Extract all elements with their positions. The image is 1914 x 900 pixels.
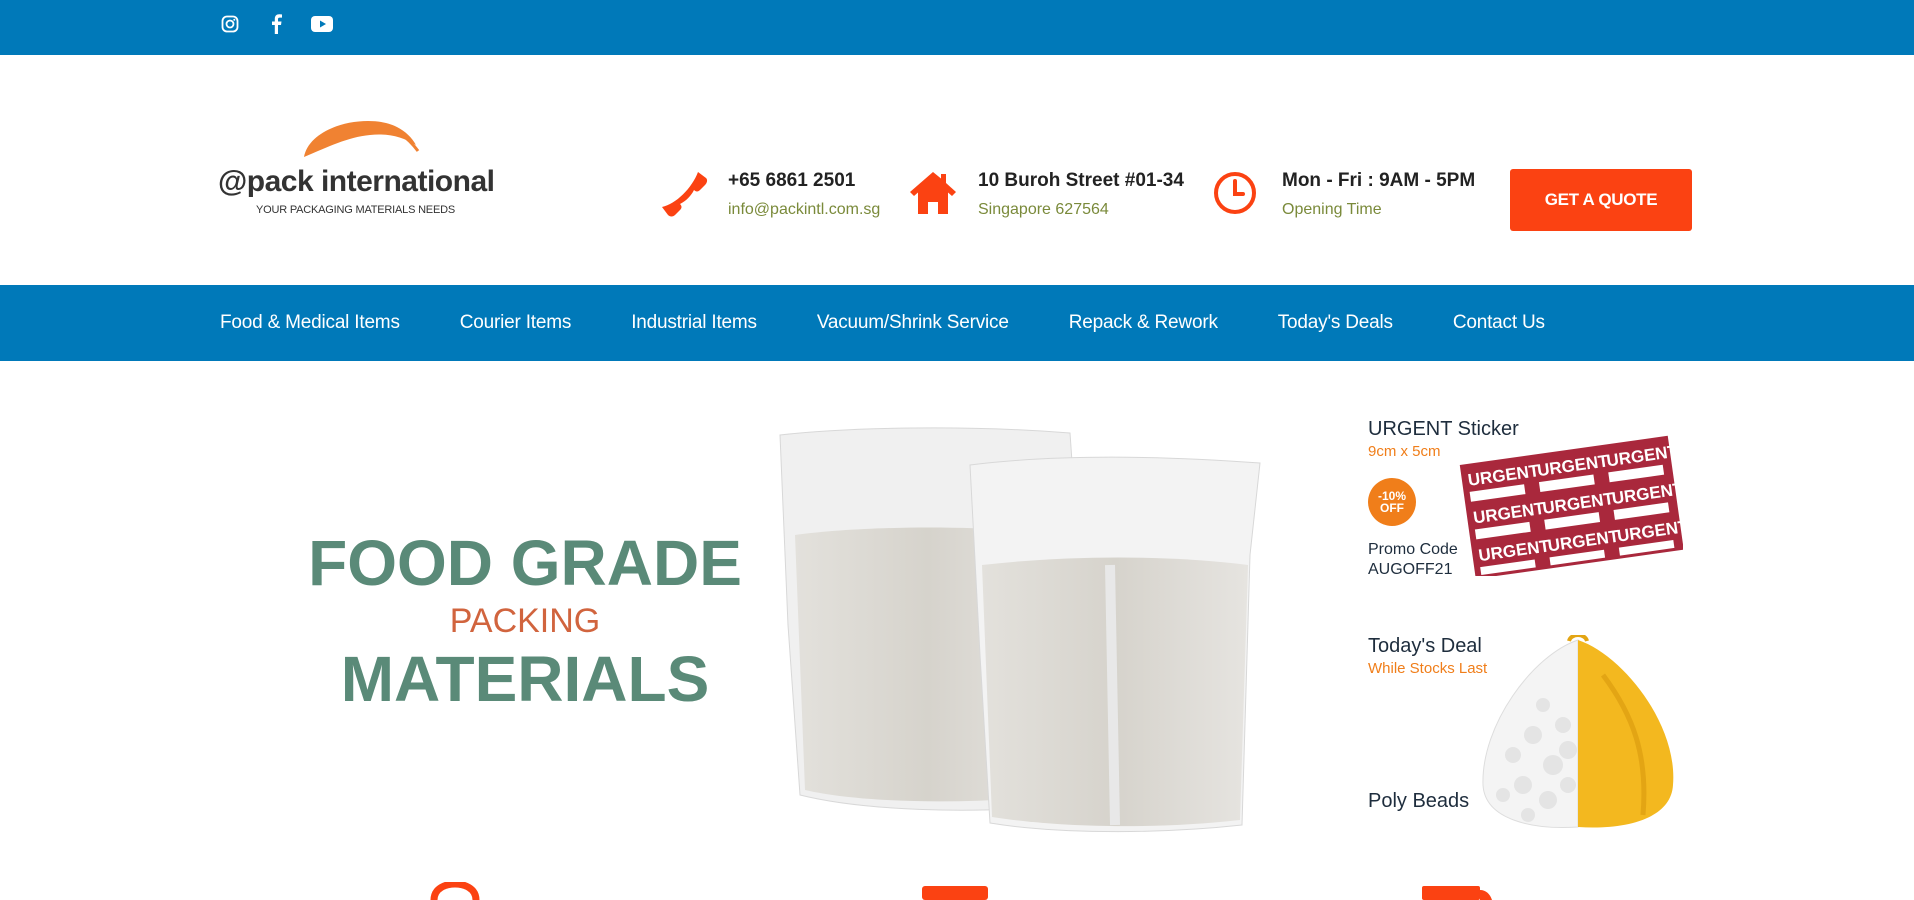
top-bar [0,0,1914,55]
main-nav: Food & Medical Items Courier Items Indus… [0,285,1914,361]
promo-urgent-sticker[interactable]: URGENT Sticker 9cm x 5cm -10% OFF Promo … [1368,418,1698,583]
nav-item-industrial[interactable]: Industrial Items [631,312,757,334]
box-icon [922,886,988,900]
address-city: Singapore 627564 [978,201,1109,218]
nav-item-todays-deals[interactable]: Today's Deals [1278,312,1393,334]
promo-code: Promo Code AUGOFF21 [1368,540,1458,580]
hero-line-2: PACKING [449,602,601,640]
site-header: @pack international YOUR PACKAGING MATER… [0,55,1914,285]
home-icon [910,172,956,214]
phone-icon [662,172,708,217]
urgent-sticker-image: URGENT URGENT URGENT URGENT URGENT URGEN… [1459,435,1683,576]
badge-off: OFF [1380,501,1404,515]
opening-hours: Mon - Fri : 9AM - 5PM Opening Time [1212,170,1475,219]
contact-phone[interactable]: +65 6861 2501 info@packintl.com.sg [658,170,880,219]
logo-brush-icon [304,121,420,157]
facebook-icon[interactable] [264,12,288,36]
promo-todays-deal[interactable]: Today's Deal While Stocks Last Poly Bead… [1368,635,1698,835]
truck-icon [1422,886,1492,900]
contact-address: 10 Buroh Street #01-34 Singapore 627564 [908,170,1184,219]
hours-label: Opening Time [1282,201,1382,218]
nav-item-repack-rework[interactable]: Repack & Rework [1069,312,1218,334]
get-quote-button[interactable]: GET A QUOTE [1510,169,1692,231]
promo-code-label: Promo Code [1368,541,1458,558]
hero-bags-image [779,427,1261,833]
discount-badge: -10% OFF [1368,478,1416,526]
bean-bag-image [1482,635,1674,828]
email-link[interactable]: info@packintl.com.sg [728,201,880,219]
hero-line-3: MATERIALS [340,643,710,715]
hero-headline: FOOD GRADE PACKING MATERIALS [300,528,750,714]
nav-item-food-medical[interactable]: Food & Medical Items [220,312,400,334]
instagram-icon[interactable] [218,12,242,36]
social-links [218,12,334,36]
nav-item-courier[interactable]: Courier Items [460,312,572,334]
nav-item-vacuum-shrink[interactable]: Vacuum/Shrink Service [817,312,1009,334]
address-street: 10 Buroh Street #01-34 [978,170,1184,191]
hours-text: Mon - Fri : 9AM - 5PM [1282,170,1476,191]
site-logo[interactable]: @pack international YOUR PACKAGING MATER… [218,115,498,225]
deal-product-name: Poly Beads [1368,790,1470,812]
logo-tagline: YOUR PACKAGING MATERIALS NEEDS [256,204,455,216]
promo-code-value: AUGOFF21 [1368,561,1453,578]
hero-line-1: FOOD GRADE [308,527,742,599]
question-icon [430,882,480,900]
phone-number: +65 6861 2501 [728,170,856,191]
clock-icon [1214,172,1256,214]
youtube-icon[interactable] [310,12,334,36]
nav-item-contact[interactable]: Contact Us [1453,312,1545,334]
logo-name: @pack international [218,165,495,198]
